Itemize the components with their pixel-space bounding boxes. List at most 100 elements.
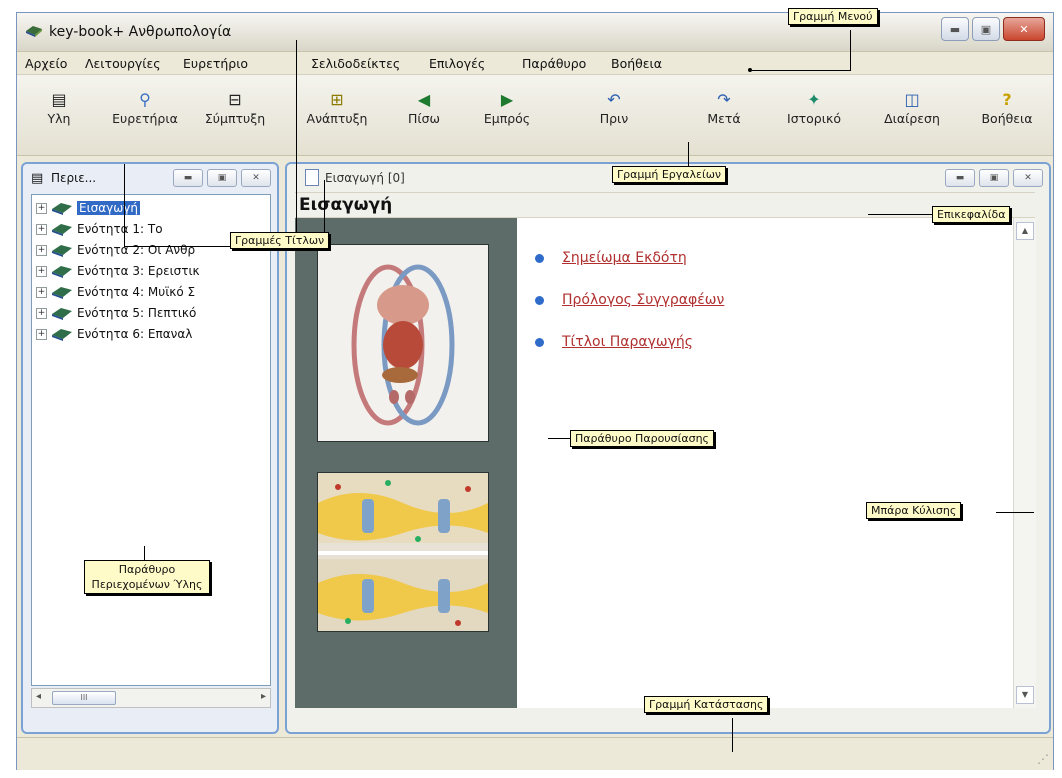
panel-minimize-button[interactable]: ▬ xyxy=(945,169,975,187)
book-icon xyxy=(52,329,72,341)
book-icon xyxy=(52,308,72,320)
panel-minimize-button[interactable]: ▬ xyxy=(173,169,203,187)
expand-button[interactable]: ⊞ Ανάπτυξη xyxy=(295,89,379,126)
link-publisher-note[interactable]: Σημείωμα Εκδότη xyxy=(562,250,687,266)
collapse-icon: ⊟ xyxy=(228,90,242,109)
panel-maximize-button[interactable]: ▣ xyxy=(979,169,1009,187)
expand-toggle-icon[interactable]: + xyxy=(36,223,47,235)
menu-index[interactable]: Ευρετήριο xyxy=(183,56,248,71)
undo-icon: ↶ xyxy=(607,90,621,109)
next-button[interactable]: ↷ Μετά xyxy=(699,89,749,126)
callout-line xyxy=(124,246,230,247)
tree-item-unit-5[interactable]: + Ενότητα 5: Πεπτικό xyxy=(36,304,196,322)
history-label: Ιστορικό xyxy=(787,111,841,126)
callout-toolbar: Γραμμή Εργαλείων xyxy=(612,166,727,183)
expand-toggle-icon[interactable]: + xyxy=(36,328,47,340)
magnifier-icon: ⚲ xyxy=(139,90,151,109)
bullet-icon xyxy=(535,253,544,263)
tree-item-unit-2[interactable]: + Ενότητα 2: Οι Ανθρ xyxy=(36,241,195,259)
callout-contents-window: Παράθυρο Περιεχομένων Ύλης xyxy=(84,560,210,594)
collapse-button[interactable]: ⊟ Σύμπτυξη xyxy=(195,89,275,126)
book-icon xyxy=(52,266,72,278)
callout-menu-bar: Γραμμή Μενού xyxy=(788,8,878,25)
illustration-column xyxy=(295,218,517,708)
expand-toggle-icon[interactable]: + xyxy=(36,244,47,256)
tree-item-unit-3[interactable]: + Ενότητα 3: Ερειστικ xyxy=(36,262,200,280)
book-icon xyxy=(52,224,72,236)
menu-bar: Αρχείο Λειτουργίες Ευρετήριο Σελιδοδείκτ… xyxy=(17,52,1053,75)
next-label: Μετά xyxy=(707,111,741,126)
split-icon: ◫ xyxy=(904,90,920,109)
callout-dot xyxy=(748,68,752,72)
resize-grip-icon[interactable]: ⋰ xyxy=(1037,752,1049,766)
contents-panel-title-bar: ▤ Περιε... ▬ ▣ ✕ xyxy=(23,164,277,192)
split-button[interactable]: ◫ Διαίρεση xyxy=(877,89,947,126)
presentation-panel: Εισαγωγή [0] ▬ ▣ ✕ Εισαγωγή Σημείωμα Εκδ… xyxy=(285,162,1051,734)
scroll-left-icon[interactable]: ◂ xyxy=(36,691,41,702)
tree-item-label: Ενότητα 1: Το xyxy=(77,222,163,236)
back-button[interactable]: ◀ Πίσω xyxy=(399,89,449,126)
menu-help[interactable]: Βοήθεια xyxy=(611,56,662,71)
maximize-button[interactable]: ▣ xyxy=(972,17,1000,41)
content-area: ▤ Περιε... ▬ ▣ ✕ + Εισαγωγή + Ενότητα 1:… xyxy=(17,156,1053,736)
presentation-title: Εισαγωγή [0] xyxy=(325,171,405,185)
help-label: Βοήθεια xyxy=(981,111,1033,126)
menu-file[interactable]: Αρχείο xyxy=(25,56,67,71)
scroll-right-icon[interactable]: ▸ xyxy=(261,691,266,702)
scroll-thumb[interactable]: III xyxy=(52,691,116,705)
content-label: Υλη xyxy=(47,111,71,126)
link-row-authors-preface: Πρόλογος Συγγραφέων xyxy=(535,292,724,308)
panel-maximize-button[interactable]: ▣ xyxy=(207,169,237,187)
scroll-down-icon[interactable]: ▼ xyxy=(1016,686,1034,704)
cell-membrane-illustration xyxy=(317,472,489,632)
tree-item-label: Ενότητα 6: Επαναλ xyxy=(77,327,193,341)
indexes-button[interactable]: ⚲ Ευρετήρια xyxy=(105,89,185,126)
book-icon xyxy=(52,287,72,299)
callout-title-bars: Γραμμές Τίτλων xyxy=(230,232,330,249)
help-button[interactable]: ? Βοήθεια xyxy=(977,89,1037,126)
back-arrow-icon: ◀ xyxy=(417,90,431,109)
menu-options[interactable]: Επιλογές xyxy=(429,56,485,71)
expand-toggle-icon[interactable]: + xyxy=(36,202,47,214)
bullet-icon xyxy=(535,295,544,305)
vertical-scrollbar[interactable]: ▲ ▼ xyxy=(1013,218,1036,708)
callout-heading: Επικεφαλίδα xyxy=(932,206,1011,223)
callout-line xyxy=(996,512,1034,513)
callout-scrollbar: Μπάρα Κύλισης xyxy=(866,502,962,519)
book-icon xyxy=(52,203,72,215)
menu-bookmarks[interactable]: Σελιδοδείκτες xyxy=(311,56,400,71)
menu-functions[interactable]: Λειτουργίες xyxy=(85,56,161,71)
close-button[interactable]: ✕ xyxy=(1003,17,1045,41)
expand-toggle-icon[interactable]: + xyxy=(36,286,47,298)
callout-status-bar: Γραμμή Κατάστασης xyxy=(644,696,769,713)
contents-tree: + Εισαγωγή + Ενότητα 1: Το + Ενότητα 2: … xyxy=(31,194,271,686)
callout-line xyxy=(324,180,325,232)
panel-close-button[interactable]: ✕ xyxy=(241,169,271,187)
previous-button[interactable]: ↶ Πριν xyxy=(589,89,639,126)
expand-toggle-icon[interactable]: + xyxy=(36,265,47,277)
link-authors-preface[interactable]: Πρόλογος Συγγραφέων xyxy=(562,292,724,308)
expand-toggle-icon[interactable]: + xyxy=(36,307,47,319)
history-button[interactable]: ✦ Ιστορικό xyxy=(779,89,849,126)
link-row-publisher-note: Σημείωμα Εκδότη xyxy=(535,250,687,266)
tree-item-unit-1[interactable]: + Ενότητα 1: Το xyxy=(36,220,163,238)
callout-line xyxy=(868,214,932,215)
forward-button[interactable]: ▶ Εμπρός xyxy=(477,89,537,126)
book-app-icon xyxy=(26,26,42,37)
horizontal-scrollbar[interactable]: ◂ III ▸ xyxy=(31,688,271,708)
toolbar: ▤ Υλη ⚲ Ευρετήρια ⊟ Σύμπτυξη ⊞ Ανάπτυξη … xyxy=(17,75,1053,156)
forward-arrow-icon: ▶ xyxy=(500,90,514,109)
scroll-up-icon[interactable]: ▲ xyxy=(1016,222,1034,240)
tree-item-unit-6[interactable]: + Ενότητα 6: Επαναλ xyxy=(36,325,192,343)
link-production-credits[interactable]: Τίτλοι Παραγωγής xyxy=(562,334,693,350)
tree-item-unit-4[interactable]: + Ενότητα 4: Μυϊκό Σ xyxy=(36,283,195,301)
minimize-button[interactable]: ▬ xyxy=(941,17,969,41)
document-icon xyxy=(305,169,319,186)
content-button[interactable]: ▤ Υλη xyxy=(39,89,79,126)
back-label: Πίσω xyxy=(407,111,441,126)
help-icon: ? xyxy=(1002,90,1012,109)
menu-window[interactable]: Παράθυρο xyxy=(522,56,586,71)
split-label: Διαίρεση xyxy=(884,111,940,126)
tree-item-label: Ενότητα 5: Πεπτικό xyxy=(77,306,197,320)
panel-close-button[interactable]: ✕ xyxy=(1013,169,1043,187)
